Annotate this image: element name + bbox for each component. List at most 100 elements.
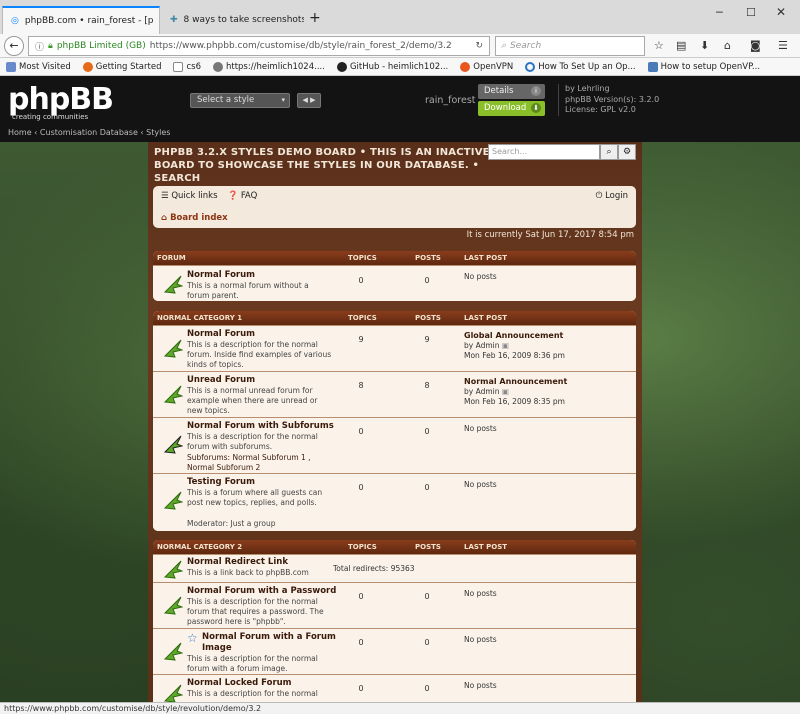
last-post-title[interactable]: Normal Announcement: [464, 377, 567, 386]
last-post: No posts: [464, 272, 497, 281]
phpbb-logo[interactable]: phpBB: [8, 82, 114, 117]
category-title[interactable]: NORMAL CATEGORY 1: [157, 314, 242, 322]
category-title[interactable]: NORMAL CATEGORY 2: [157, 543, 242, 551]
close-tab-icon[interactable]: ✕: [160, 15, 161, 28]
forum-name[interactable]: Unread Forum: [187, 375, 255, 385]
login-link[interactable]: ⏻ Login: [596, 191, 628, 201]
phpbb-favicon-icon: ◎: [11, 16, 19, 26]
license: License: GPL v2.0: [565, 105, 636, 114]
style-name: rain_forest: [425, 95, 476, 106]
last-post: No posts: [464, 424, 497, 433]
version: phpBB Version(s): 3.2.0: [565, 94, 660, 104]
last-post-title[interactable]: Global Announcement: [464, 331, 563, 340]
col-last-post: LAST POST: [464, 543, 508, 551]
demo-header: phpBB creating communities Select a styl…: [0, 76, 800, 142]
tab-active[interactable]: ◎ phpBB.com • rain_forest - [p ✕: [2, 6, 160, 34]
bookmark-item[interactable]: How To Set Up an Op...: [519, 61, 641, 72]
forum-name[interactable]: Normal Forum with Subforums: [187, 421, 334, 431]
details-button[interactable]: Details i: [478, 84, 545, 99]
download-button[interactable]: Download ⬇: [478, 101, 545, 116]
question-icon: ❓: [227, 191, 239, 201]
menu-icon[interactable]: ☰: [778, 39, 788, 52]
forum-name[interactable]: Normal Redirect Link: [187, 557, 288, 567]
leaf-icon: [163, 642, 183, 661]
search-icon[interactable]: ⌕: [600, 144, 618, 160]
home-icon[interactable]: ⌂: [724, 39, 731, 52]
bookmark-item[interactable]: cs6: [167, 61, 207, 72]
tab-bar: ◎ phpBB.com • rain_forest - [p ✕ ✚ 8 way…: [0, 0, 800, 34]
posts-count: 0: [424, 638, 430, 647]
style-prev-next[interactable]: ◀ ▶: [297, 93, 321, 108]
topics-count: 0: [358, 638, 364, 647]
posts-count: 0: [424, 592, 430, 601]
posts-count: 0: [424, 684, 430, 693]
forum-desc: This is a description for the normal for…: [187, 432, 318, 451]
download-icon: ⬇: [531, 103, 541, 113]
board-index-link[interactable]: ⌂ Board index: [161, 213, 228, 223]
bookmark-item[interactable]: https://heimlich1024....: [207, 61, 331, 72]
minimize-icon[interactable]: ─: [716, 6, 723, 19]
quick-links[interactable]: ☰ Quick links: [161, 191, 218, 201]
tab-inactive[interactable]: ✚ 8 ways to take screenshots in ✕: [162, 6, 304, 34]
leaf-icon: [163, 491, 183, 510]
new-tab-icon[interactable]: +: [309, 10, 321, 26]
url-bar[interactable]: ⓘ 🔒︎ phpBB Limited (GB) https://www.phpb…: [28, 36, 490, 56]
forum-desc: This is a description for the normal for…: [187, 654, 318, 673]
reload-icon[interactable]: ↻: [475, 41, 483, 51]
col-posts: POSTS: [415, 254, 441, 262]
page-icon: [173, 61, 184, 72]
bookmark-item[interactable]: How to setup OpenVP...: [642, 61, 766, 72]
maximize-icon[interactable]: ☐: [746, 6, 756, 19]
forum-desc: This is a description for the normal for…: [187, 340, 332, 369]
bookmark-star-icon[interactable]: ☆: [654, 39, 664, 52]
forum-name[interactable]: Normal Forum with a Forum Image: [202, 632, 342, 654]
back-icon[interactable]: ←: [4, 36, 24, 56]
moderator[interactable]: Moderator: Just a group: [187, 519, 332, 529]
nav-bar: ← ⓘ 🔒︎ phpBB Limited (GB) https://www.ph…: [0, 34, 800, 58]
forum-row: Normal Forum with a Password This is a d…: [153, 582, 636, 628]
forum-name[interactable]: Normal Forum: [187, 270, 255, 280]
url-text[interactable]: https://www.phpbb.com/customise/db/style…: [150, 41, 452, 51]
category-header: FORUM TOPICS POSTS LAST POST: [153, 251, 636, 265]
board-search-input[interactable]: Search...: [488, 144, 600, 160]
search-bar[interactable]: ⌕ Search: [495, 36, 645, 56]
bookmark-item[interactable]: OpenVPN: [454, 61, 519, 72]
chevron-left-icon[interactable]: ◀: [302, 96, 307, 104]
forum-board: PHPBB 3.2.X STYLES DEMO BOARD • THIS IS …: [148, 142, 642, 702]
last-post: Global Announcement by Admin ▣ Mon Feb 1…: [464, 331, 565, 360]
breadcrumb[interactable]: Home ‹ Customisation Database ‹ Styles: [8, 128, 170, 137]
chevron-right-icon[interactable]: ▶: [310, 96, 315, 104]
window-close-icon[interactable]: ✕: [776, 5, 786, 19]
search-placeholder: Search: [510, 41, 542, 51]
bookmark-item[interactable]: Getting Started: [77, 61, 168, 72]
style-select[interactable]: Select a style ▾: [190, 93, 290, 108]
gear-icon[interactable]: ⚙: [618, 144, 636, 160]
forum-row: Normal Forum with Subforums This is a de…: [153, 417, 636, 473]
forum-name[interactable]: Normal Forum with a Password: [187, 586, 336, 596]
page-viewport: phpBB creating communities Select a styl…: [0, 76, 800, 702]
leaf-subforum-icon: [163, 435, 183, 454]
view-post-icon[interactable]: ▣: [502, 387, 509, 396]
folder-icon: [6, 61, 16, 72]
bookmark-item[interactable]: GitHub - heimlich102...: [331, 61, 454, 72]
topics-count: 8: [358, 381, 364, 390]
category-title[interactable]: FORUM: [157, 254, 186, 262]
bookmark-item[interactable]: Most Visited: [0, 61, 77, 72]
firefox-icon: [82, 61, 93, 72]
forum-name[interactable]: Normal Locked Forum: [187, 678, 292, 688]
subforums[interactable]: Subforums: Normal Subforum 1 , Normal Su…: [187, 453, 332, 473]
pocket-icon[interactable]: ◙: [750, 39, 761, 52]
forum-row: Normal Forum This is a description for t…: [153, 325, 636, 371]
forum-name[interactable]: Testing Forum: [187, 477, 255, 487]
category-normal-2: NORMAL CATEGORY 2 TOPICS POSTS LAST POST…: [153, 540, 636, 702]
forum-desc: This is a description for the normal: [187, 689, 318, 698]
reading-list-icon[interactable]: ▤: [676, 39, 686, 52]
forum-name[interactable]: Normal Forum: [187, 329, 255, 339]
info-icon[interactable]: ⓘ: [35, 40, 44, 53]
col-last-post: LAST POST: [464, 314, 508, 322]
download-icon[interactable]: ⬇: [700, 39, 709, 52]
view-post-icon[interactable]: ▣: [502, 341, 509, 350]
faq-link[interactable]: ❓ FAQ: [228, 191, 258, 201]
forum-desc: This is a normal unread forum for exampl…: [187, 386, 318, 415]
redirect-count: Total redirects: 95363: [333, 564, 415, 573]
